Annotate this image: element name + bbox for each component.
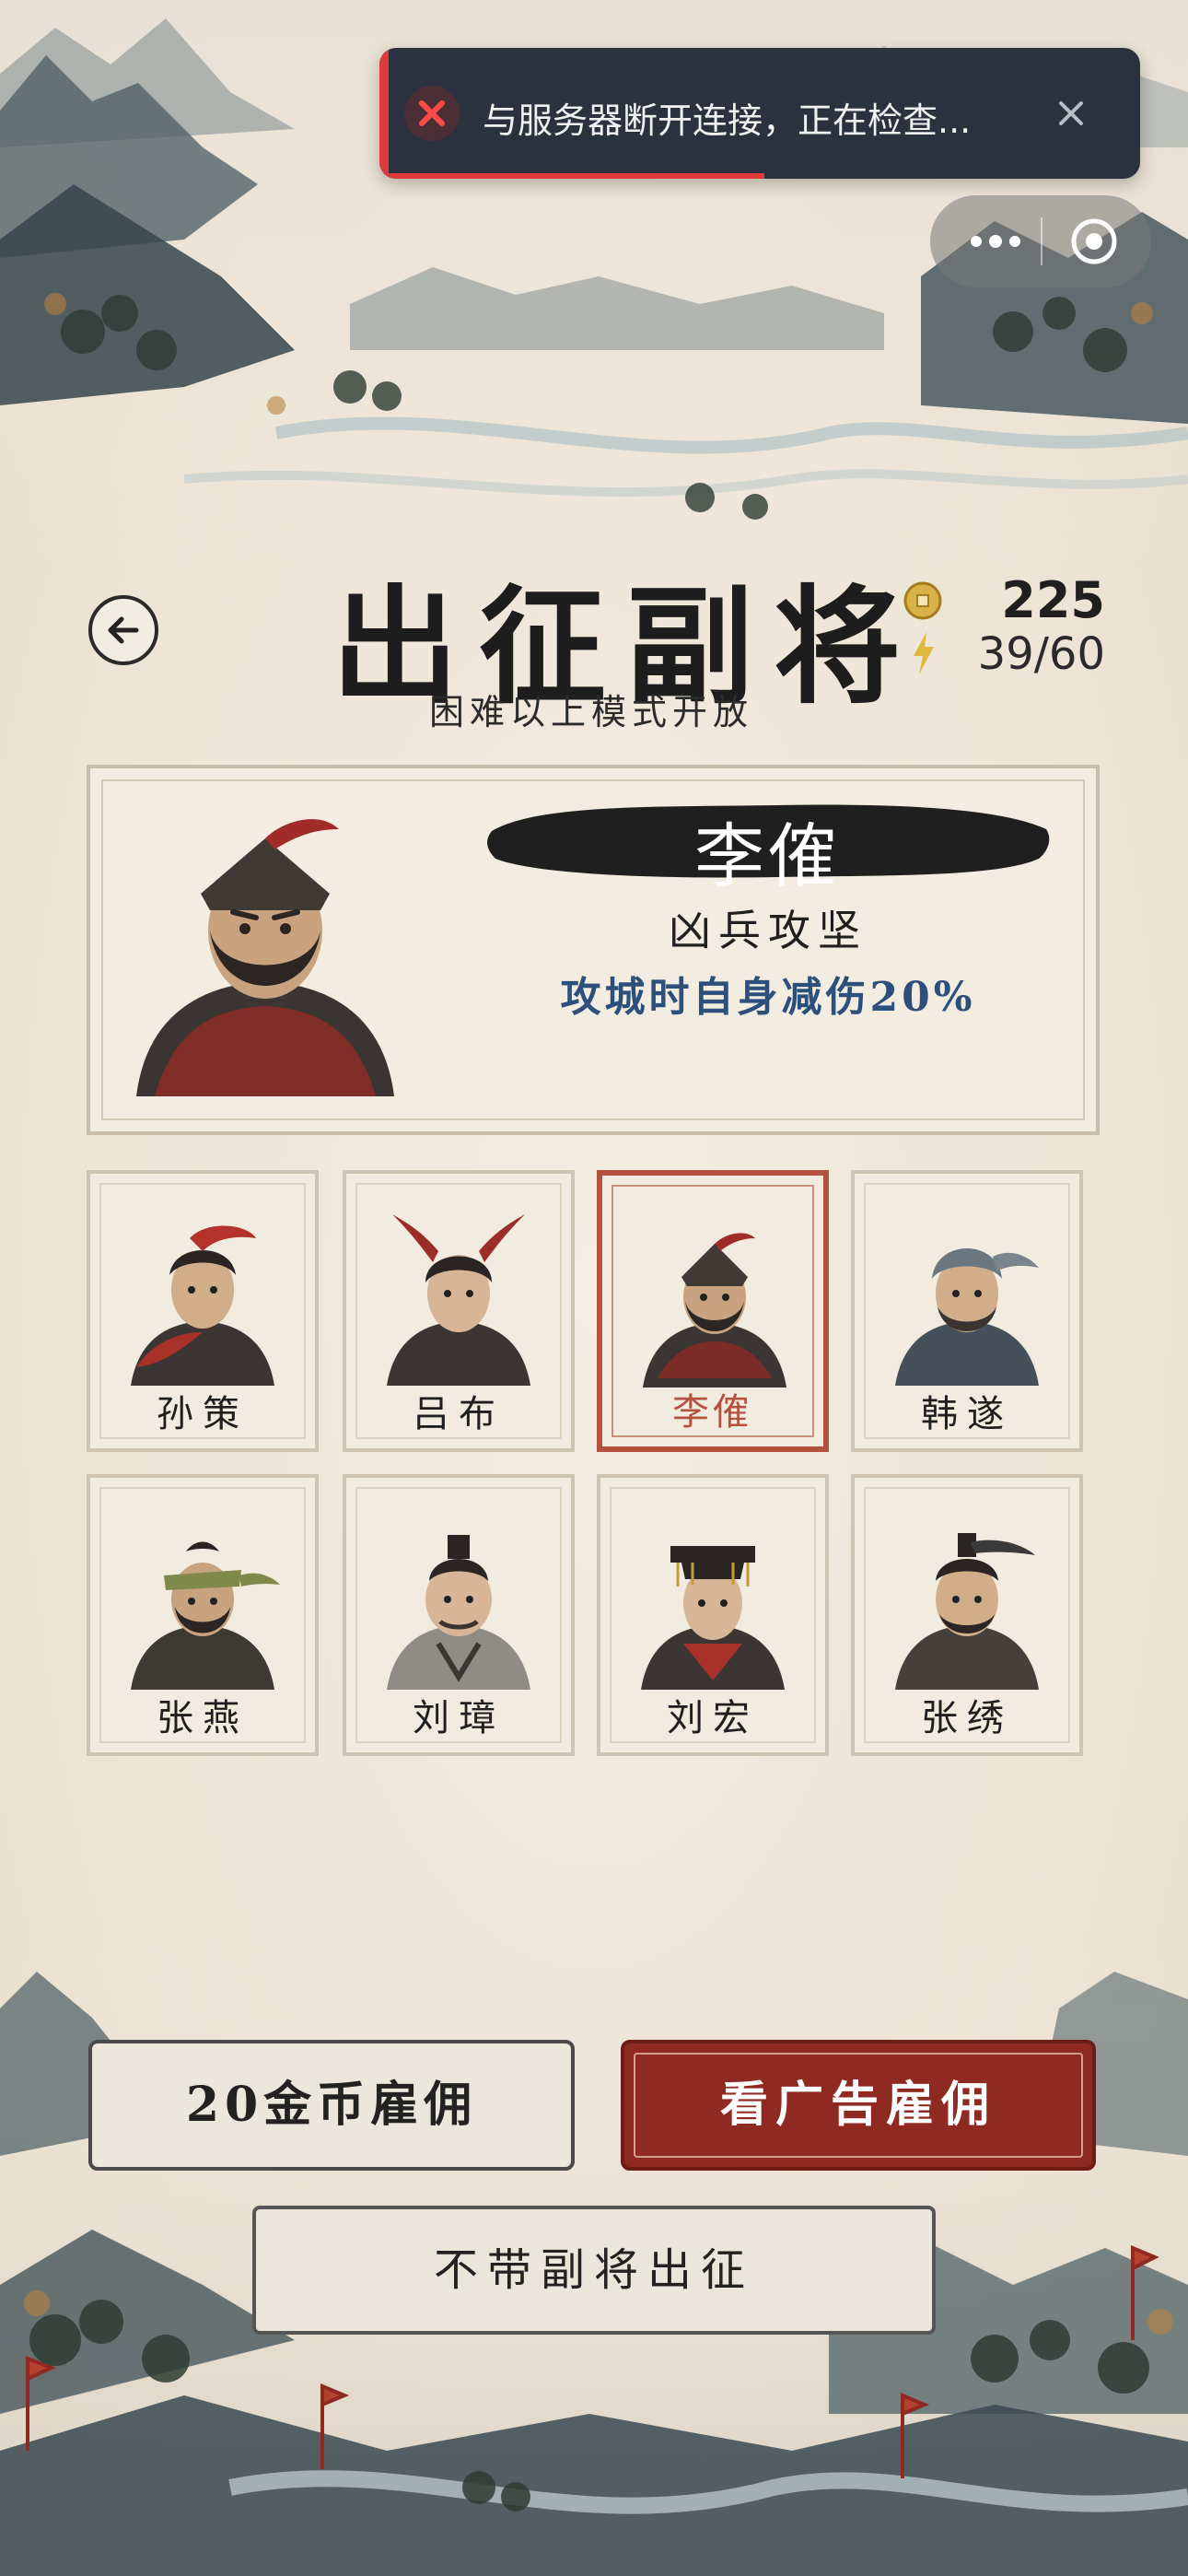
general-name: 李傕	[672, 1391, 753, 1434]
general-name: 吕布	[413, 1393, 505, 1435]
general-card-lijue-selected[interactable]: 李傕	[597, 1170, 829, 1452]
toast-progress-bar	[389, 173, 764, 179]
general-name: 刘璋	[413, 1697, 505, 1739]
selected-general-portrait	[136, 819, 394, 1096]
hire-with-ad-button[interactable]: 看广告雇佣	[621, 2040, 1096, 2171]
general-card-liuhong[interactable]: 刘宏	[597, 1474, 829, 1756]
general-portrait	[387, 1535, 530, 1690]
general-portrait	[641, 1546, 785, 1690]
general-card-hansui[interactable]: 韩遂	[851, 1170, 1083, 1452]
back-button[interactable]	[88, 595, 158, 665]
general-portrait	[131, 1541, 280, 1690]
general-portrait	[895, 1248, 1039, 1386]
selected-general-panel: 李傕 凶兵攻坚 攻城时自身减伤20%	[87, 765, 1100, 1135]
miniprogram-capsule	[930, 195, 1151, 287]
general-portrait	[131, 1225, 274, 1386]
general-card-zhangyan[interactable]: 张燕	[87, 1474, 319, 1756]
toast-message: 与服务器断开连接，正在检查...	[483, 100, 972, 141]
close-icon[interactable]	[1048, 90, 1094, 136]
general-card-liuzhang[interactable]: 刘璋	[343, 1474, 575, 1756]
general-portrait	[387, 1214, 530, 1386]
general-card-sunce[interactable]: 孙策	[87, 1170, 319, 1452]
general-name: 刘宏	[667, 1697, 759, 1739]
general-portrait	[895, 1533, 1039, 1690]
general-name: 韩遂	[921, 1393, 1013, 1435]
energy-count: 39/60	[977, 628, 1105, 680]
skill-description: 攻城时自身减伤20%	[560, 974, 976, 1021]
target-icon[interactable]	[1068, 216, 1120, 267]
general-name: 孙策	[157, 1393, 249, 1435]
capsule-divider	[1041, 217, 1042, 265]
more-dots-icon[interactable]	[963, 223, 1028, 260]
general-name: 张燕	[157, 1697, 249, 1739]
back-arrow-icon	[108, 616, 139, 644]
general-portrait	[643, 1233, 786, 1388]
lightning-icon	[914, 632, 934, 674]
march-without-general-button[interactable]: 不带副将出征	[252, 2206, 936, 2335]
error-x-icon	[404, 86, 460, 141]
general-card-lvbu[interactable]: 吕布	[343, 1170, 575, 1452]
disconnect-toast: 与服务器断开连接，正在检查...	[379, 48, 1140, 179]
hire-with-gold-button[interactable]: 20金币雇佣	[88, 2040, 575, 2171]
general-card-zhangxiu[interactable]: 张绣	[851, 1474, 1083, 1756]
page-subtitle: 困难以上模式开放	[429, 692, 754, 732]
button-frame	[634, 2053, 1083, 2158]
general-name: 张绣	[921, 1697, 1013, 1739]
coin-count: 225	[1001, 571, 1105, 629]
coin-icon	[903, 581, 942, 620]
toast-accent-bar	[379, 48, 389, 179]
selected-general-name: 李傕	[694, 815, 842, 897]
skill-name: 凶兵攻坚	[669, 906, 868, 955]
game-screen: 与服务器断开连接，正在检查... 出征副将 困难以上模式开放 225 39/60	[0, 0, 1188, 2576]
